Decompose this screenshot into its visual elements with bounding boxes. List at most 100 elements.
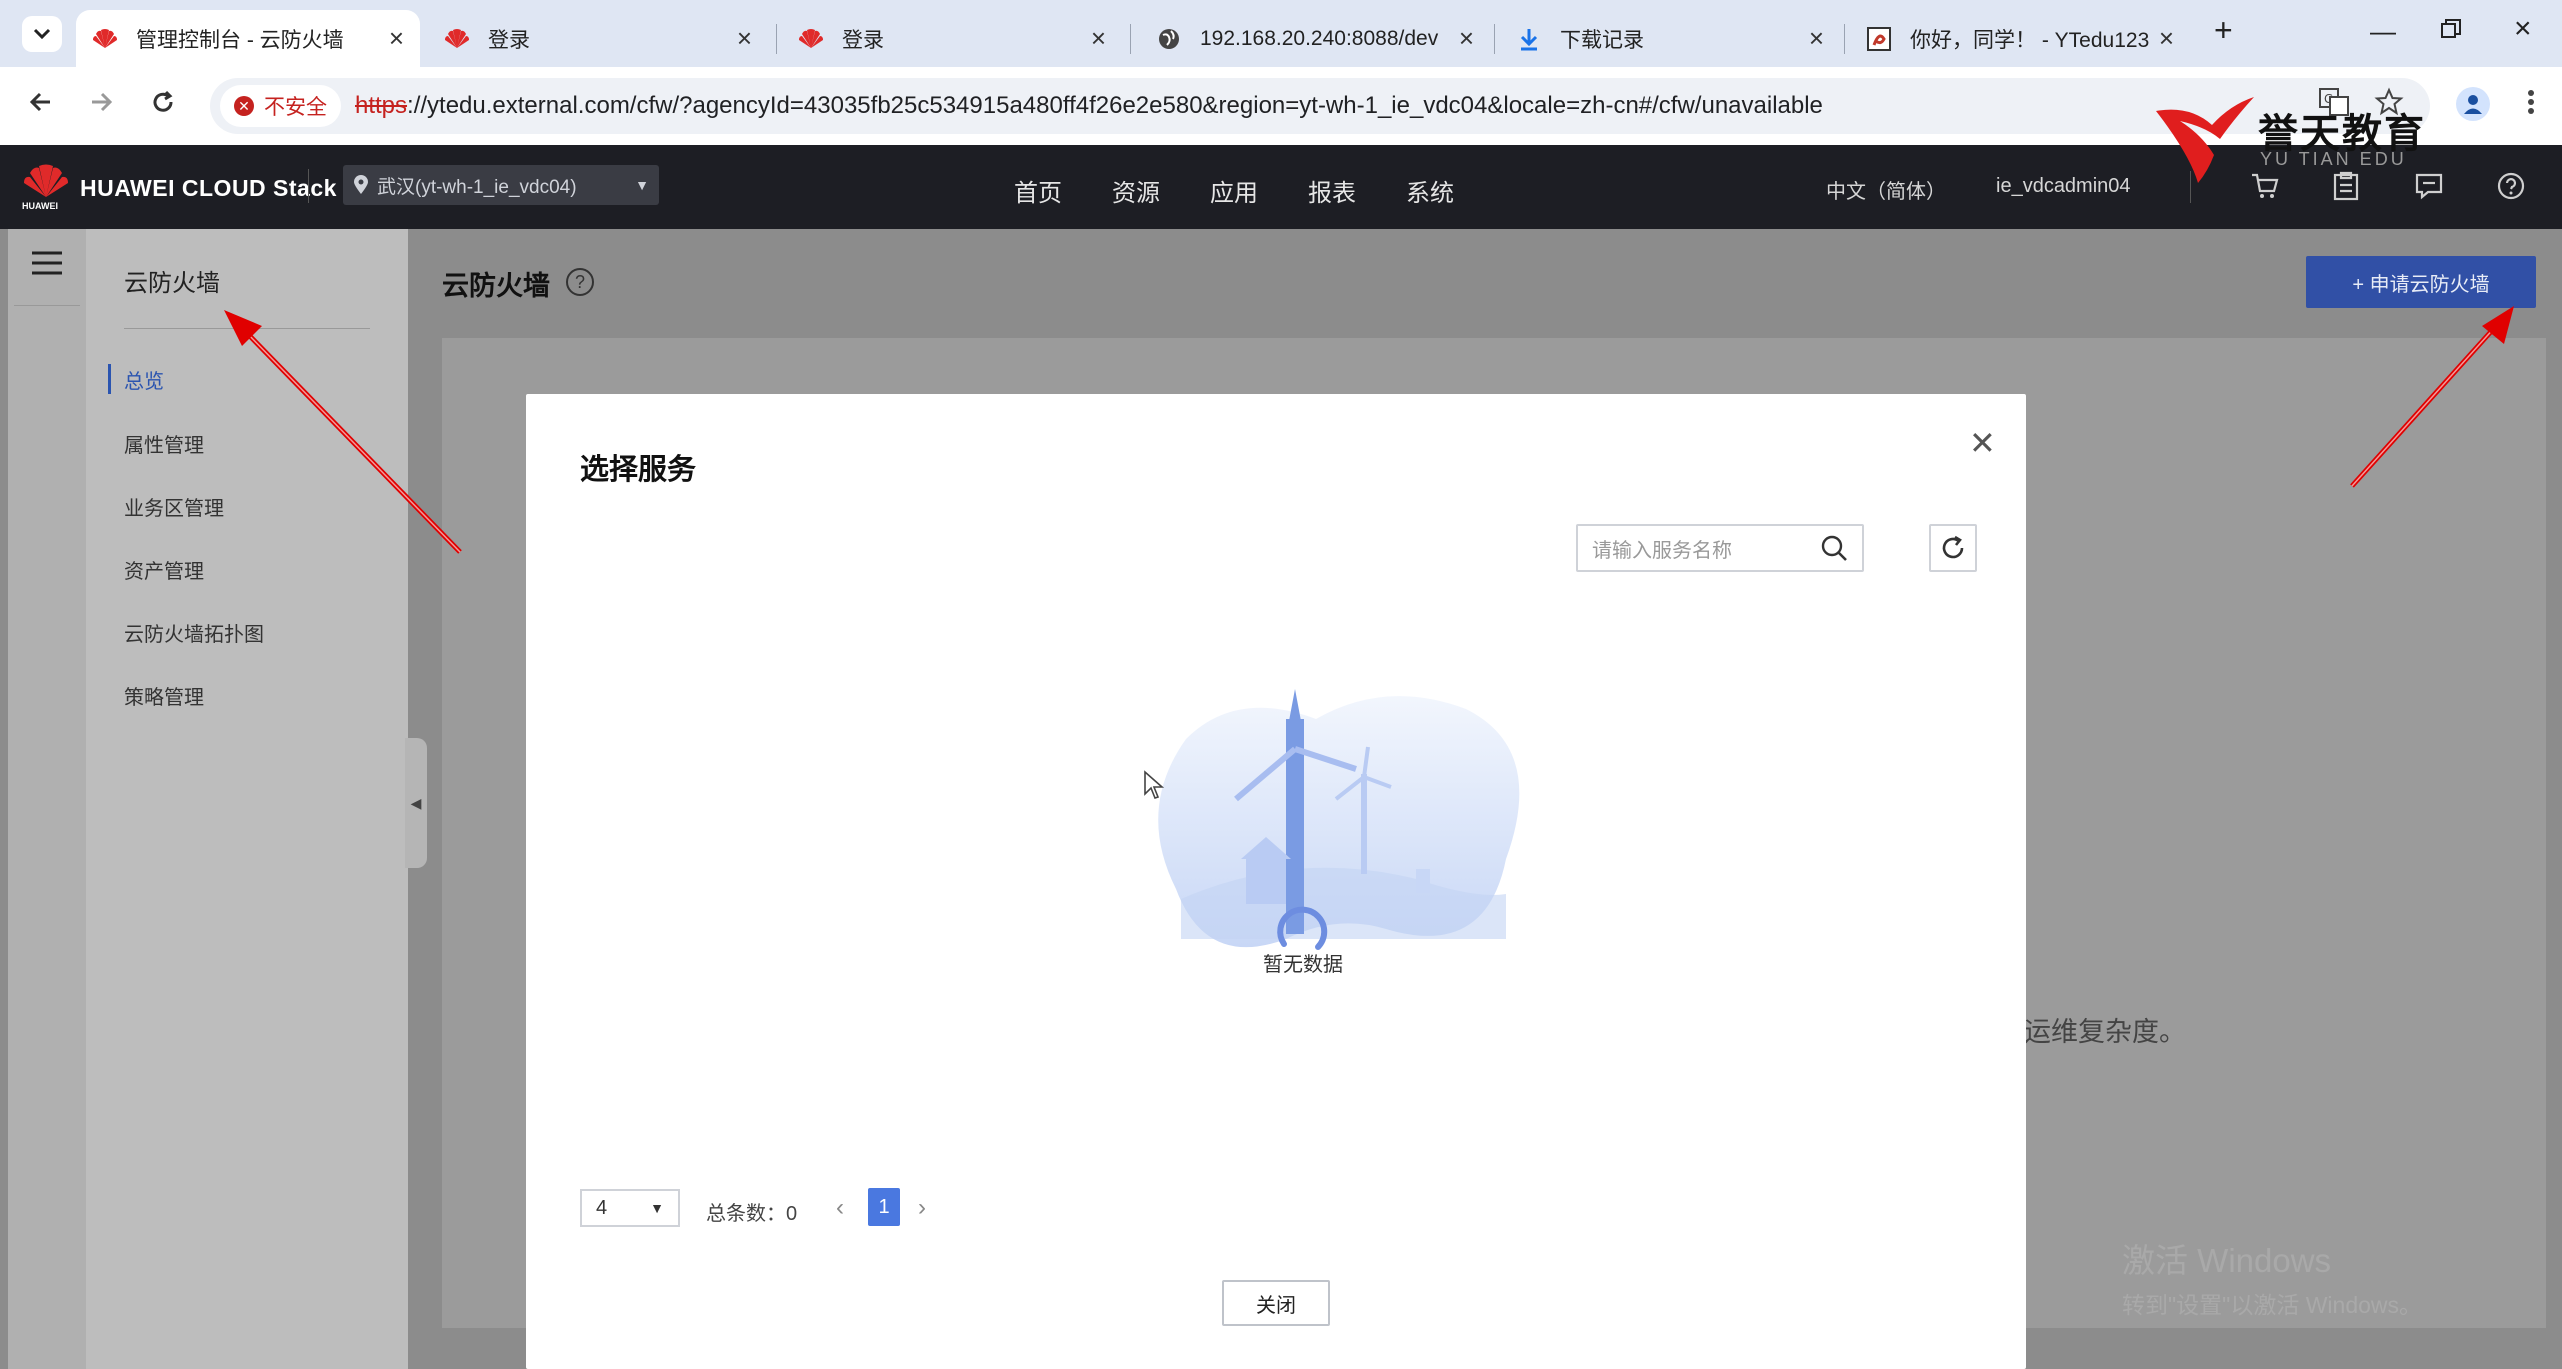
sidebar-item-assets[interactable]: 资产管理 [124, 555, 204, 584]
background-text: 运维复杂度。 [2024, 1017, 2186, 1047]
url-protocol: https [355, 92, 408, 119]
left-rail [8, 229, 86, 1369]
caret-left-icon: ◀ [410, 794, 422, 811]
close-icon[interactable]: × [1459, 23, 1474, 54]
nav-reports[interactable]: 报表 [1308, 173, 1356, 208]
tab-active[interactable]: 管理控制台 - 云防火墙 × [76, 10, 420, 67]
refresh-button[interactable] [1929, 524, 1977, 572]
search-icon[interactable] [1820, 534, 1848, 562]
page-title: 云防火墙 [442, 271, 550, 301]
tab[interactable]: 登录 × [782, 10, 1122, 67]
tab-title: 登录 [842, 28, 884, 52]
security-chip[interactable]: ✕ 不安全 [220, 85, 341, 127]
huawei-icon [444, 26, 470, 52]
service-search-input[interactable]: 请输入服务名称 [1576, 524, 1864, 572]
sidebar-item-overview[interactable]: 总览 [124, 365, 164, 394]
total-count: 总条数：0 [706, 1203, 798, 1225]
sidebar: 云防火墙 总览 属性管理 业务区管理 资产管理 云防火墙拓扑图 策略管理 [86, 229, 408, 1369]
prev-page-icon[interactable]: ‹ [836, 1194, 844, 1222]
ytedu-icon [1866, 26, 1892, 52]
nav-system[interactable]: 系统 [1406, 173, 1454, 208]
close-icon[interactable]: × [1809, 23, 1824, 54]
user-menu[interactable]: ie_vdcadmin04 [1996, 175, 2131, 198]
huawei-icon [92, 26, 118, 52]
new-tab-button[interactable]: + [2214, 12, 2233, 49]
arrow-right-icon [92, 92, 113, 112]
brand-logo[interactable]: HUAWEI HUAWEI CLOUD Stack [22, 163, 337, 213]
close-icon[interactable]: × [1091, 23, 1106, 54]
hamburger-menu-icon[interactable] [30, 249, 64, 282]
sidebar-title: 云防火墙 [124, 270, 220, 297]
tab-separator [776, 24, 777, 54]
empty-state-text: 暂无数据 [1263, 954, 1343, 976]
refresh-icon [1942, 535, 1964, 559]
tab-search-button[interactable] [22, 16, 62, 52]
rail-divider [14, 305, 80, 306]
url-path: ://ytedu.external.com/cfw/?agencyId=4303… [407, 92, 1823, 119]
empty-state-illustration [1086, 659, 1526, 964]
reload-button[interactable] [150, 89, 176, 123]
sidebar-item-topology[interactable]: 云防火墙拓扑图 [124, 618, 264, 647]
tab-title: 下载记录 [1560, 28, 1644, 52]
close-icon[interactable]: × [389, 23, 404, 54]
url-bar[interactable]: ✕ 不安全 https://ytedu.external.com/cfw/?ag… [210, 78, 2430, 134]
apply-firewall-button[interactable]: + 申请云防火墙 [2306, 256, 2536, 308]
download-icon [1516, 26, 1542, 52]
nav-home[interactable]: 首页 [1014, 173, 1062, 208]
tab[interactable]: 192.168.20.240:8088/dev × [1140, 10, 1490, 67]
close-dialog-button[interactable]: 关闭 [1222, 1280, 1330, 1326]
sidebar-divider [124, 328, 370, 329]
reload-icon [153, 90, 173, 112]
activation-line-2: 转到"设置"以激活 Windows。 [2122, 1292, 2423, 1318]
page-size-select[interactable]: 4 ▼ [580, 1189, 680, 1227]
forward-button[interactable] [88, 89, 114, 123]
restore-button[interactable] [2440, 16, 2462, 47]
next-page-icon[interactable]: › [918, 1194, 926, 1222]
browser-tab-bar: 管理控制台 - 云防火墙 × 登录 × 登录 × 192.168.20.240:… [0, 0, 2562, 67]
current-page-button[interactable]: 1 [868, 1188, 900, 1226]
sidebar-item-attributes[interactable]: 属性管理 [124, 429, 204, 458]
tab-title: 管理控制台 - 云防火墙 [136, 28, 344, 52]
insecure-icon: ✕ [234, 96, 254, 116]
arrow-left-icon [29, 92, 50, 112]
dialog-title: 选择服务 [580, 454, 697, 486]
nav-apps[interactable]: 应用 [1210, 173, 1258, 208]
sidebar-item-business-zones[interactable]: 业务区管理 [124, 492, 224, 521]
tab[interactable]: 登录 × [428, 10, 768, 67]
chevron-down-icon [33, 28, 51, 40]
watermark-logo: 誉天教育 YU TIAN EDU [2150, 95, 2550, 185]
language-selector[interactable]: 中文（简体） [1826, 175, 1946, 204]
url-text[interactable]: https://ytedu.external.com/cfw/?agencyId… [355, 92, 1823, 120]
sidebar-collapse-handle[interactable]: ◀ [405, 738, 427, 868]
location-pin-icon [354, 175, 368, 194]
watermark-mark-icon [2156, 97, 2254, 183]
caret-down-icon: ▼ [650, 1200, 664, 1216]
tab-separator [1130, 24, 1131, 54]
brand-name: HUAWEI CLOUD Stack [80, 174, 337, 201]
window-close-button[interactable]: × [2514, 12, 2532, 46]
windows-activation-notice: 激活 Windows 转到"设置"以激活 Windows。 [2122, 1234, 2422, 1320]
question-icon[interactable]: ? [566, 268, 594, 296]
back-button[interactable] [28, 89, 54, 123]
sidebar-item-policies[interactable]: 策略管理 [124, 681, 204, 710]
search-placeholder: 请输入服务名称 [1592, 539, 1732, 562]
region-selector[interactable]: 武汉(yt-wh-1_ie_vdc04) ▼ [343, 165, 659, 205]
header-divider [308, 169, 309, 203]
close-icon[interactable]: × [737, 23, 752, 54]
huawei-icon [798, 26, 824, 52]
tab[interactable]: 你好，同学！ - YTedu123 × [1850, 10, 2190, 67]
security-label: 不安全 [264, 96, 327, 119]
nav-resources[interactable]: 资源 [1112, 173, 1160, 208]
tab-separator [1494, 24, 1495, 54]
close-icon[interactable]: × [2159, 23, 2174, 54]
tab[interactable]: 下载记录 × [1500, 10, 1840, 67]
select-service-dialog: 选择服务 ✕ 请输入服务名称 暂无数据 4 ▼ 总条数：0 ‹ 1 › 关闭 [526, 394, 2026, 1369]
activation-line-1: 激活 Windows [2122, 1242, 2332, 1279]
tab-title: 登录 [488, 28, 530, 52]
huawei-logo-icon [24, 164, 68, 197]
logo-text: HUAWEI [22, 201, 58, 211]
dialog-close-icon[interactable]: ✕ [1969, 424, 1996, 462]
minimize-button[interactable]: — [2370, 16, 2396, 47]
page-size-value: 4 [596, 1196, 608, 1219]
caret-down-icon: ▼ [635, 177, 649, 193]
